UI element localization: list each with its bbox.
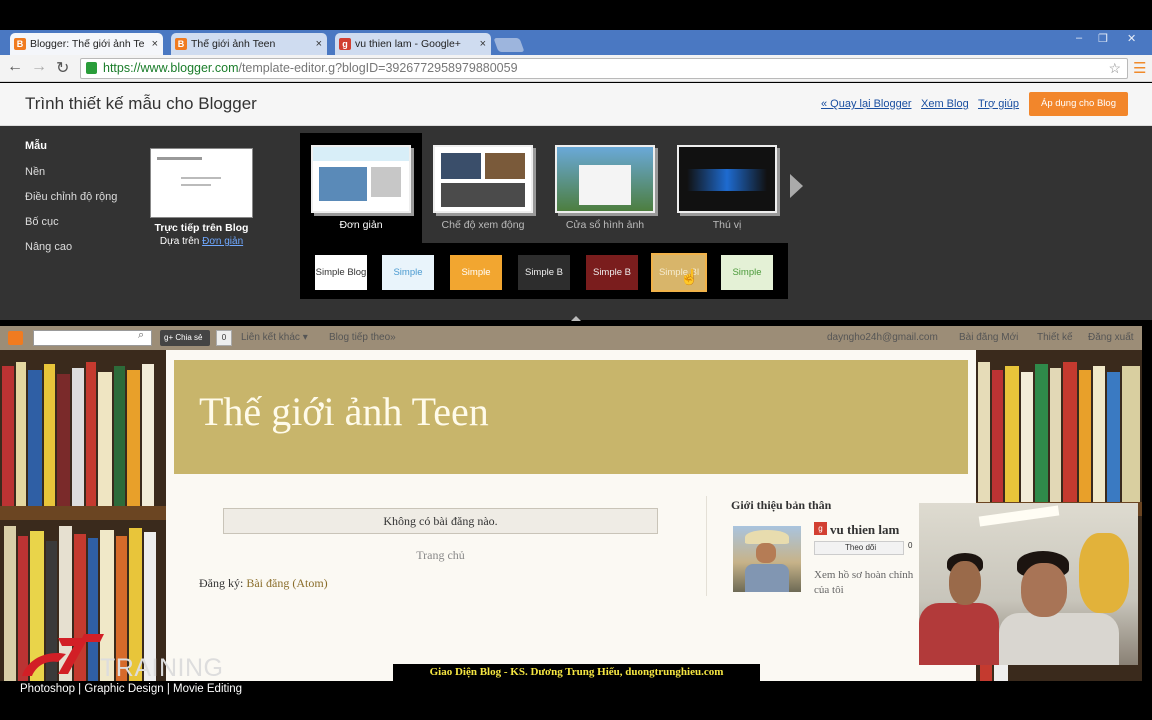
browser-nav-bar: ← → ↻ https://www.blogger.com/template-e… [0, 55, 1152, 82]
profile-name-link[interactable]: vu thien lam [830, 522, 899, 538]
template-simple[interactable] [311, 145, 411, 213]
sidebar-item-templates[interactable]: Mẫu [25, 140, 47, 152]
bookmark-star-icon[interactable]: ☆ [1108, 59, 1121, 78]
close-window-icon[interactable]: ✕ [1127, 32, 1136, 45]
subscribe-text: Đăng ký: Bài đăng (Atom) [199, 576, 328, 590]
sign-out-link[interactable]: Đăng xuất [1088, 332, 1134, 343]
reload-icon[interactable]: ↻ [56, 58, 69, 78]
url-host: https://www.blogger.com [103, 61, 239, 75]
sidebar-item-background[interactable]: Nền [25, 166, 45, 178]
tab-title: Thế giới ảnh Teen [191, 38, 276, 50]
next-templates-arrow-icon[interactable] [790, 174, 803, 198]
follow-button[interactable]: Theo dõi [814, 541, 904, 555]
template-picture-window[interactable] [555, 145, 655, 213]
page-title: Trình thiết kế mẫu cho Blogger [25, 94, 257, 113]
new-post-link[interactable]: Bài đăng Mới [959, 332, 1018, 343]
address-bar[interactable]: https://www.blogger.com/template-editor.… [80, 58, 1128, 79]
blogger-icon: B [175, 38, 187, 50]
logo-text: TRAINING [100, 654, 224, 682]
screen: B Blogger: Thế giới ảnh Te × B Thế giới … [0, 0, 1152, 720]
variant-2[interactable]: Simple [382, 255, 434, 290]
gplus-icon: g [814, 522, 827, 535]
designer-panel: Mẫu Nền Điều chỉnh độ rộng Bố cục Nâng c… [0, 126, 1152, 320]
no-posts-message: Không có bài đăng nào. [223, 508, 658, 534]
template-dynamic-views[interactable] [433, 145, 533, 213]
variant-1[interactable]: Simple Blog [315, 255, 367, 290]
blog-search-input[interactable] [33, 330, 152, 346]
close-tab-icon[interactable]: × [480, 33, 486, 55]
template-label: Đơn giản [339, 219, 383, 231]
live-blog-thumbnail[interactable] [150, 148, 253, 218]
close-tab-icon[interactable]: × [152, 33, 158, 55]
tab-blogger-editor[interactable]: B Blogger: Thế giới ảnh Te × [10, 33, 163, 55]
variant-5[interactable]: Simple B [586, 255, 638, 290]
collapse-panel-icon[interactable] [571, 316, 581, 321]
minimize-icon[interactable]: – [1076, 32, 1082, 44]
webcam-overlay [919, 503, 1138, 665]
gplus-icon: g [339, 38, 351, 50]
view-full-profile-link[interactable]: Xem hồ sơ hoàn chỉnh của tôi [814, 568, 924, 598]
tagline: Photoshop | Graphic Design | Movie Editi… [20, 683, 243, 695]
maximize-icon[interactable]: ❐ [1098, 32, 1108, 45]
share-count: 0 [216, 330, 232, 346]
template-gallery: Đơn giản Chế độ xem động Cửa sổ hình ảnh… [300, 133, 788, 299]
live-on-blog-label: Trực tiếp trên Blog [154, 222, 249, 234]
blog-header: Thế giới ảnh Teen [174, 360, 968, 474]
hand-cursor-icon: ☝ [680, 269, 699, 286]
avatar[interactable] [733, 526, 801, 592]
more-links-dropdown[interactable]: Liên kết khác ▾ [241, 332, 308, 343]
close-tab-icon[interactable]: × [316, 33, 322, 55]
apply-to-blog-button[interactable]: Áp dụng cho Blog [1029, 92, 1128, 116]
template-label: Thú vị [712, 219, 742, 231]
blog-content: Thế giới ảnh Teen Không có bài đăng nào.… [166, 350, 976, 681]
blogger-navbar: ⌕ g+ Chia sẻ 0 Liên kết khác ▾ Blog tiếp… [0, 326, 1142, 350]
next-blog-link[interactable]: Blog tiếp theo» [329, 332, 396, 343]
back-to-blogger-link[interactable]: « Quay lại Blogger [821, 98, 912, 110]
follow-count: 0 [908, 541, 913, 550]
gplus-share-button[interactable]: g+ Chia sẻ [160, 330, 210, 346]
lock-icon [86, 62, 97, 74]
back-icon[interactable]: ← [7, 58, 23, 76]
blog-title[interactable]: Thế giới ảnh Teen [199, 388, 489, 435]
tab-title: vu thien lam - Google+ [355, 38, 461, 50]
user-email: dayngho24h@gmail.com [827, 332, 938, 343]
tab-title: Blogger: Thế giới ảnh Te [30, 38, 145, 50]
help-link[interactable]: Trợ giúp [978, 98, 1019, 110]
based-on-text: Dựa trên Đơn giản [159, 236, 244, 247]
designer-header: Trình thiết kế mẫu cho Blogger « Quay lạ… [0, 83, 1152, 126]
menu-icon[interactable]: ☰ [1133, 59, 1146, 77]
new-tab-button[interactable] [493, 38, 525, 52]
template-label: Cửa sổ hình ảnh [565, 219, 645, 231]
template-awesome-inc[interactable] [677, 145, 777, 213]
variant-7[interactable]: Simple [721, 255, 773, 290]
forward-icon[interactable]: → [31, 58, 47, 76]
sidebar-item-adjust-width[interactable]: Điều chỉnh độ rộng [25, 191, 117, 203]
url-path: /template-editor.g?blogID=39267729589798… [238, 61, 518, 75]
about-me-title: Giới thiệu bản thân [731, 498, 832, 512]
based-on-link[interactable]: Đơn giản [202, 236, 243, 247]
blogger-icon[interactable] [8, 331, 23, 345]
browser-tab-bar: B Blogger: Thế giới ảnh Te × B Thế giới … [0, 30, 1152, 55]
sidebar-item-layout[interactable]: Bố cục [25, 216, 59, 228]
template-label: Chế độ xem động [441, 219, 525, 231]
design-link[interactable]: Thiết kế [1037, 332, 1073, 343]
home-link[interactable]: Trang chủ [223, 548, 658, 563]
search-icon[interactable]: ⌕ [138, 329, 144, 342]
view-blog-link[interactable]: Xem Blog [921, 98, 969, 110]
atom-feed-link[interactable]: Bài đăng (Atom) [246, 576, 327, 590]
sidebar-item-advanced[interactable]: Nâng cao [25, 241, 72, 253]
blogger-icon: B [14, 38, 26, 50]
training-logo-icon [22, 634, 104, 676]
variant-4[interactable]: Simple B [518, 255, 570, 290]
tab-blog[interactable]: B Thế giới ảnh Teen × [171, 33, 327, 55]
variant-3[interactable]: Simple [450, 255, 502, 290]
tab-google-plus[interactable]: g vu thien lam - Google+ × [335, 33, 491, 55]
video-caption: Giao Diện Blog - KS. Dương Trung Hiếu, d… [393, 664, 760, 681]
